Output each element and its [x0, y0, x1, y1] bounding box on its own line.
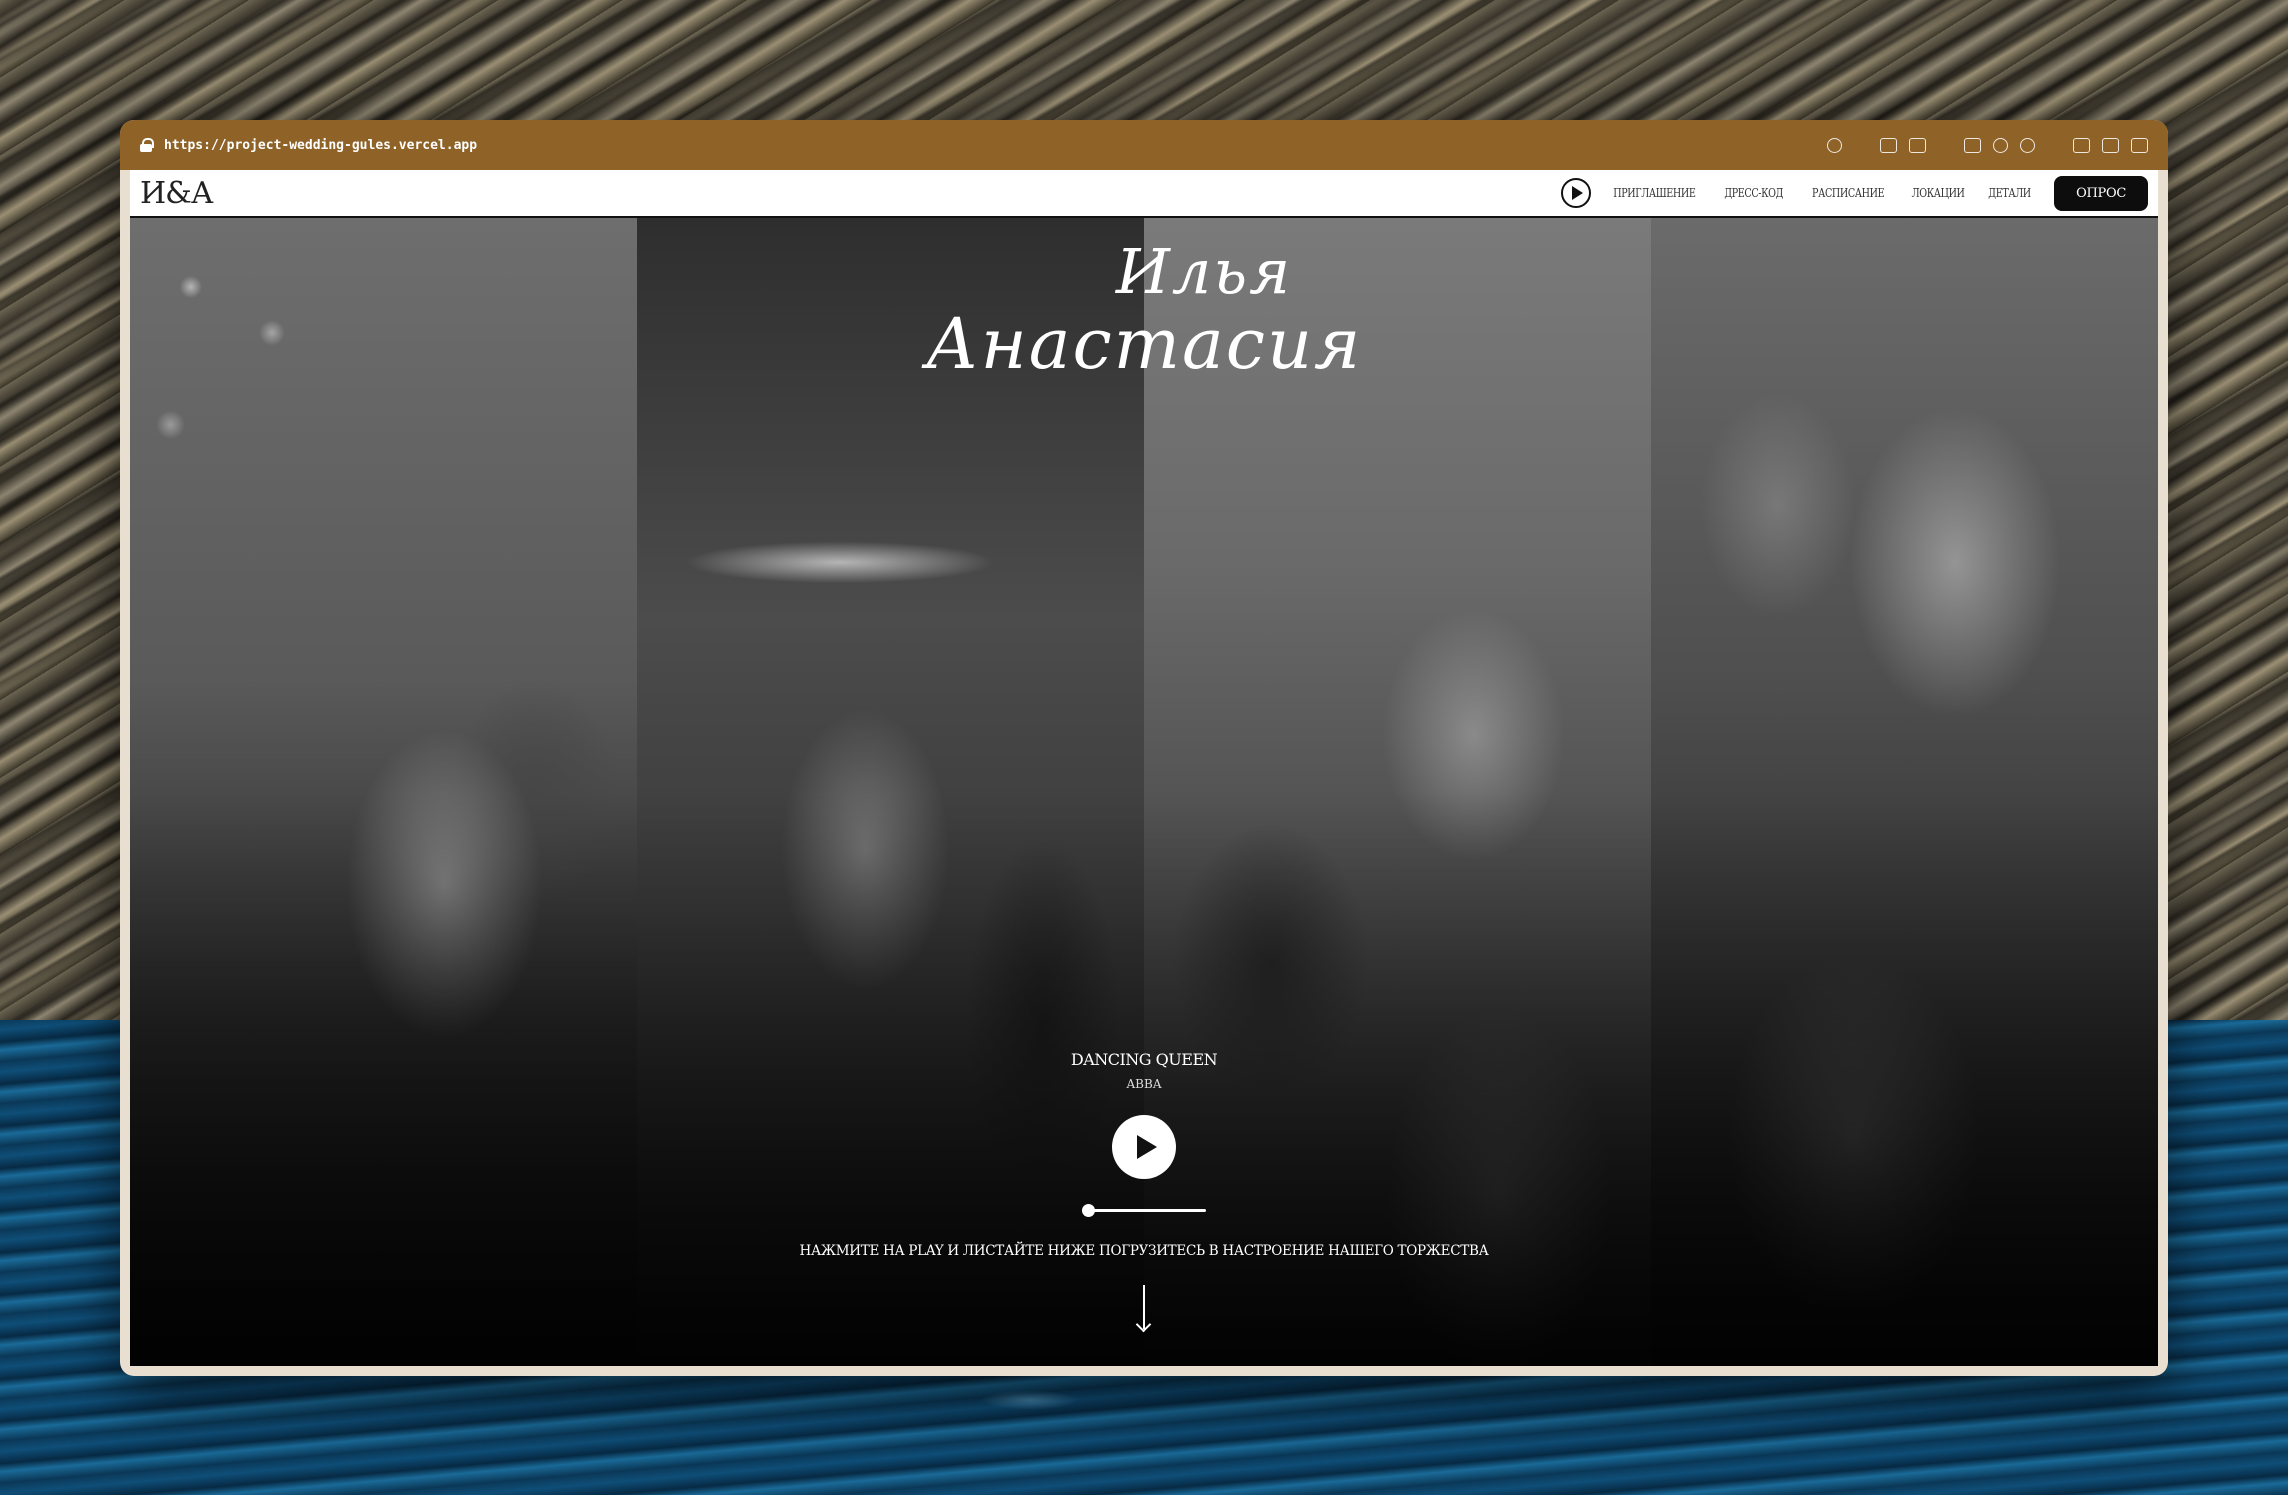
progress-slider[interactable] — [1082, 1203, 1206, 1217]
nav-link-locations[interactable]: ЛОКАЦИИ — [1912, 186, 1965, 200]
screenshot-icon[interactable] — [1880, 137, 1897, 153]
nav-link-schedule[interactable]: РАСПИСАНИЕ — [1812, 186, 1885, 200]
browser-toolbar — [1827, 137, 2148, 153]
scroll-hint: НАЖМИТЕ НА PLAY И ЛИСТАЙТЕ НИЖЕ ПОГРУЗИТ… — [799, 1243, 1489, 1259]
code-icon[interactable] — [2073, 137, 2090, 153]
crosshair-icon[interactable] — [2020, 137, 2035, 153]
nav-play-button[interactable] — [1560, 178, 1591, 208]
nav-menu: ПРИГЛАШЕНИЕ ДРЕСС-КОД РАСПИСАНИЕ ЛОКАЦИИ… — [1560, 175, 2148, 211]
play-button[interactable] — [1112, 1115, 1176, 1179]
site-logo[interactable]: И&А — [140, 176, 214, 211]
split-view-icon[interactable] — [2131, 137, 2148, 153]
progress-track — [1082, 1209, 1206, 1212]
mail-icon[interactable] — [1964, 137, 1981, 153]
picture-in-picture-icon[interactable] — [2102, 137, 2119, 153]
lock-icon — [140, 138, 154, 152]
survey-button[interactable]: ОПРОС — [2054, 175, 2148, 211]
song-artist: ABBA — [1126, 1077, 1162, 1091]
progress-knob[interactable] — [1082, 1204, 1095, 1217]
browser-titlebar: https://project-wedding-gules.vercel.app — [120, 120, 2168, 170]
arrow-down-icon[interactable] — [1134, 1285, 1154, 1333]
nav-link-invitation[interactable]: ПРИГЛАШЕНИЕ — [1613, 186, 1696, 200]
camera-icon[interactable] — [1909, 137, 1926, 153]
play-icon — [1137, 1135, 1157, 1159]
music-player: DANCING QUEEN ABBA НАЖМИТЕ НА PLAY И ЛИС… — [130, 1050, 2158, 1333]
url-bar[interactable]: https://project-wedding-gules.vercel.app — [164, 138, 477, 153]
play-icon — [1571, 186, 1583, 200]
globe-icon[interactable] — [1993, 137, 2008, 153]
site-navbar: И&А ПРИГЛАШЕНИЕ ДРЕСС-КОД РАСПИСАНИЕ ЛОК… — [130, 170, 2158, 218]
page-viewport: И&А ПРИГЛАШЕНИЕ ДРЕСС-КОД РАСПИСАНИЕ ЛОК… — [130, 170, 2158, 1366]
nav-link-details[interactable]: ДЕТАЛИ — [1988, 186, 2031, 200]
nav-link-dress-code[interactable]: ДРЕСС-КОД — [1725, 186, 1784, 200]
browser-window: https://project-wedding-gules.vercel.app… — [120, 120, 2168, 1376]
song-title: DANCING QUEEN — [1070, 1050, 1218, 1069]
hero-section: Илья Анастасия DANCING QUEEN ABBA НАЖМИТ… — [130, 218, 2158, 1366]
link-icon[interactable] — [1827, 137, 1842, 153]
